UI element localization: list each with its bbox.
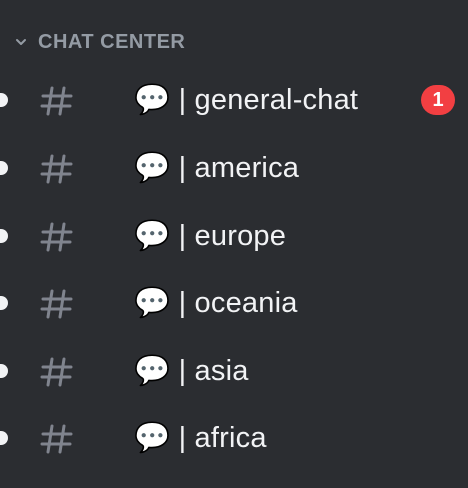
channel-item-america[interactable]: 💬 | america [0, 138, 468, 198]
unread-indicator [0, 431, 8, 445]
channel-name: 💬 | oceania [134, 287, 298, 319]
unread-indicator [0, 93, 8, 107]
chevron-down-icon [16, 39, 26, 45]
channel-name: 💬 | europe [134, 220, 287, 252]
category-label: CHAT CENTER [38, 31, 186, 53]
hash-icon [40, 357, 73, 387]
hash-icon [40, 86, 73, 116]
channel-name: 💬 | general-chat [134, 84, 359, 116]
hash-icon [40, 289, 73, 319]
mention-badge: 1 [421, 85, 455, 115]
category-header[interactable]: CHAT CENTER [0, 22, 468, 62]
unread-indicator [0, 229, 8, 243]
channel-item-asia[interactable]: 💬 | asia [0, 341, 468, 401]
channel-item-europe[interactable]: 💬 | europe [0, 206, 468, 266]
channel-name: 💬 | africa [134, 422, 267, 454]
unread-indicator [0, 161, 8, 175]
channel-item-africa[interactable]: 💬 | africa [0, 408, 468, 468]
unread-indicator [0, 364, 8, 378]
hash-icon [40, 154, 73, 184]
hash-icon [40, 424, 73, 454]
channel-item-oceania[interactable]: 💬 | oceania [0, 273, 468, 333]
unread-indicator [0, 296, 8, 310]
channel-item-general-chat[interactable]: 💬 | general-chat 1 [0, 70, 468, 130]
channel-name: 💬 | asia [134, 355, 249, 387]
hash-icon [40, 222, 73, 252]
channel-name: 💬 | america [134, 152, 300, 184]
